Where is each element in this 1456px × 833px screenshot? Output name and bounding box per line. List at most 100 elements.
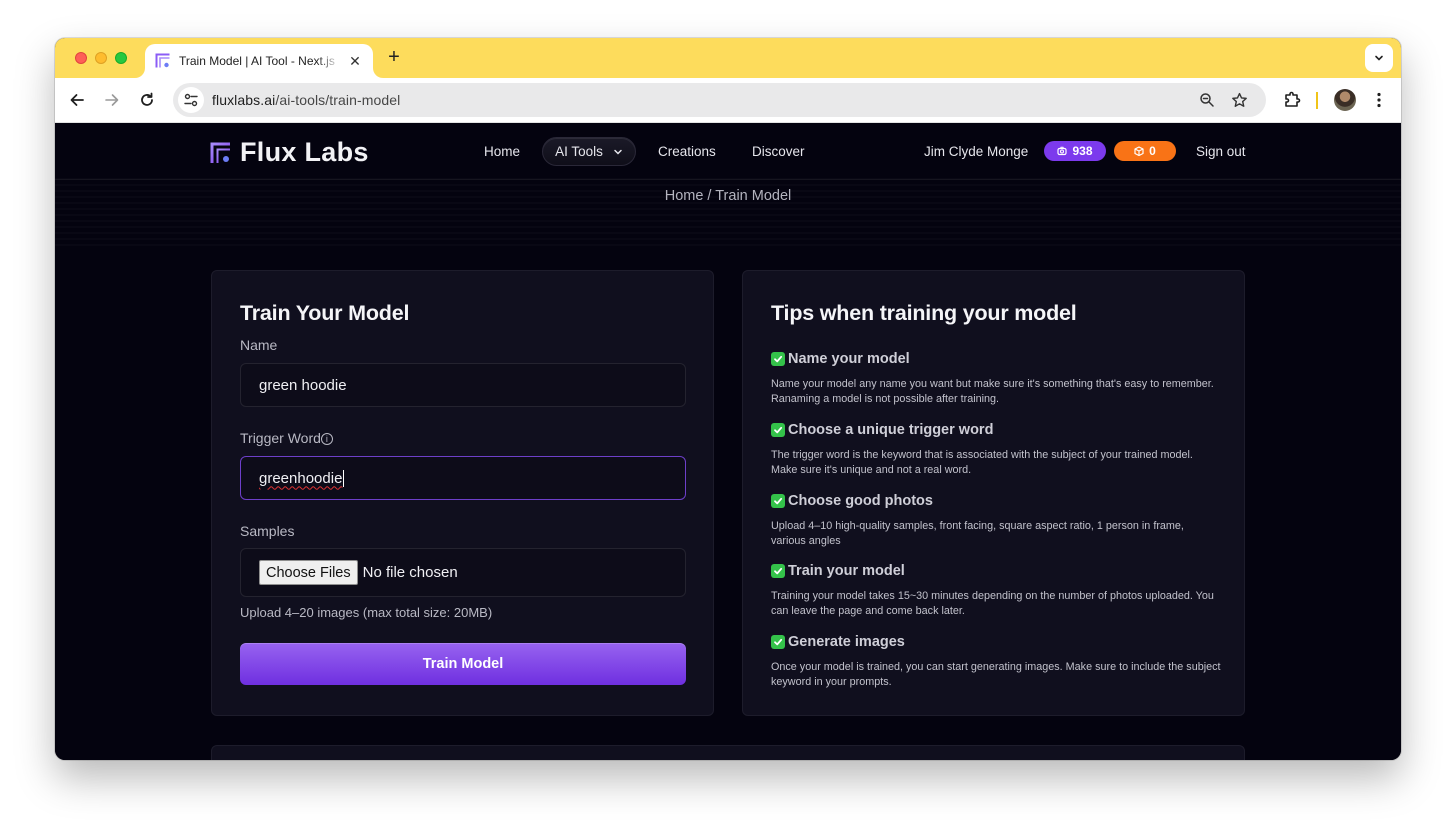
- samples-label: Samples: [240, 523, 295, 539]
- brand-name: Flux Labs: [240, 137, 369, 167]
- arrow-right-icon: [105, 94, 119, 106]
- back-button[interactable]: [65, 88, 89, 112]
- url-text[interactable]: fluxlabs.ai/ai-tools/train-model: [212, 92, 400, 108]
- trigger-word-label-text: Trigger Word: [240, 430, 321, 446]
- check-icon: [771, 423, 785, 437]
- name-input[interactable]: green hoodie: [240, 363, 686, 407]
- tip-item: Choose a unique trigger word The trigger…: [771, 422, 1221, 478]
- browser-tab-active[interactable]: Train Model | AI Tool - Next.js ✕: [145, 44, 373, 78]
- camera-icon: [1057, 146, 1068, 156]
- breadcrumb-separator: /: [703, 188, 716, 204]
- browser-toolbar: fluxlabs.ai/ai-tools/train-model: [55, 78, 1401, 123]
- chevron-down-icon: [1375, 55, 1383, 61]
- tab-search-button[interactable]: [1365, 44, 1393, 72]
- info-icon[interactable]: i: [320, 433, 333, 445]
- tip-item: Generate images Once your model is train…: [771, 634, 1221, 690]
- samples-file-input[interactable]: Choose Files No file chosen: [240, 548, 686, 597]
- nav-home-label: Home: [484, 143, 521, 159]
- nav-ai-tools-label: AI Tools: [555, 144, 603, 159]
- nav-creations-label: Creations: [658, 143, 716, 159]
- tip-heading: Train your model: [788, 563, 905, 579]
- close-window-button[interactable]: [75, 52, 87, 64]
- tune-icon: [184, 93, 198, 107]
- nav-home[interactable]: Home: [484, 137, 520, 165]
- tip-item: Train your model Training your model tak…: [771, 563, 1221, 619]
- arrow-left-icon: [70, 94, 84, 106]
- tip-body: The trigger word is the keyword that is …: [771, 449, 1193, 476]
- site-info-button[interactable]: [178, 87, 204, 113]
- tips-card: Tips when training your model Name your …: [742, 270, 1245, 716]
- models-badge[interactable]: 0: [1114, 141, 1176, 161]
- name-label: Name: [240, 337, 278, 353]
- models-count: 0: [1149, 144, 1156, 158]
- chevron-down-icon: [614, 149, 622, 155]
- kebab-menu-icon: [1377, 92, 1381, 108]
- cube-icon: [1134, 146, 1144, 156]
- breadcrumb-current: Train Model: [715, 188, 792, 204]
- upload-help-text: Upload 4–20 images (max total size: 20MB…: [240, 605, 493, 620]
- tip-heading: Name your model: [788, 351, 910, 367]
- tip-body: Upload 4–10 high-quality samples, front …: [771, 520, 1184, 547]
- avatar[interactable]: [1334, 89, 1356, 111]
- tip-item: Name your model Name your model any name…: [771, 351, 1221, 407]
- nav-creations[interactable]: Creations: [658, 137, 716, 165]
- site-header: Flux Labs Home AI Tools Creations Discov…: [55, 123, 1401, 180]
- check-icon: [771, 635, 785, 649]
- train-model-button[interactable]: Train Model: [240, 643, 686, 685]
- address-bar[interactable]: fluxlabs.ai/ai-tools/train-model: [173, 83, 1266, 117]
- minimize-window-button[interactable]: [95, 52, 107, 64]
- credits-count: 938: [1072, 144, 1093, 158]
- text-caret: [343, 469, 345, 487]
- flux-labs-logo-icon: [210, 142, 232, 164]
- tip-heading: Choose a unique trigger word: [788, 422, 994, 438]
- url-path: /ai-tools/train-model: [275, 92, 401, 108]
- flux-labs-logo-icon: [155, 53, 171, 69]
- trigger-word-input-value: greenhoodie: [259, 469, 343, 487]
- tips-title: Tips when training your model: [771, 301, 1077, 325]
- form-title: Train Your Model: [240, 301, 410, 325]
- nav-ai-tools-dropdown[interactable]: AI Tools: [542, 137, 636, 166]
- tip-item: Choose good photos Upload 4–10 high-qual…: [771, 493, 1221, 549]
- brand-logo[interactable]: Flux Labs: [210, 137, 369, 168]
- nav-discover[interactable]: Discover: [752, 137, 805, 165]
- check-icon: [771, 352, 785, 366]
- zoom-button[interactable]: [1197, 90, 1217, 110]
- close-icon[interactable]: ✕: [347, 53, 363, 70]
- tip-body: Name your model any name you want but ma…: [771, 378, 1214, 405]
- page: Flux Labs Home AI Tools Creations Discov…: [55, 123, 1401, 760]
- choose-files-button[interactable]: Choose Files: [259, 560, 358, 585]
- sign-out-link[interactable]: Sign out: [1196, 144, 1246, 159]
- reload-button[interactable]: [135, 88, 159, 112]
- tab-title: Train Model | AI Tool - Next.js: [179, 54, 335, 68]
- name-input-value: green hoodie: [259, 376, 347, 394]
- plus-icon[interactable]: +: [383, 47, 405, 69]
- url-host: fluxlabs.ai: [212, 92, 276, 108]
- zoom-out-icon: [1200, 93, 1214, 107]
- check-icon: [771, 494, 785, 508]
- tip-body: Training your model takes 15~30 minutes …: [771, 590, 1214, 617]
- breadcrumb: Home / Train Model: [55, 188, 1401, 204]
- star-icon: [1231, 92, 1247, 107]
- browser-window: Train Model | AI Tool - Next.js ✕ + flux…: [55, 38, 1401, 760]
- credits-badge[interactable]: 938: [1044, 141, 1106, 161]
- tip-body: Once your model is trained, you can star…: [771, 661, 1221, 688]
- tip-heading: Generate images: [788, 634, 905, 650]
- forward-button[interactable]: [100, 88, 124, 112]
- check-icon: [771, 564, 785, 578]
- tip-heading: Choose good photos: [788, 493, 933, 509]
- extensions-button[interactable]: [1280, 88, 1304, 112]
- breadcrumb-home[interactable]: Home: [665, 188, 704, 204]
- file-status: No file chosen: [362, 564, 458, 581]
- trigger-word-label: Trigger Word i: [240, 430, 333, 446]
- trigger-word-input[interactable]: greenhoodie: [240, 456, 686, 500]
- user-name: Jim Clyde Monge: [924, 144, 1029, 159]
- models-section-card: [211, 745, 1245, 760]
- nav-discover-label: Discover: [752, 143, 805, 159]
- tab-strip: Train Model | AI Tool - Next.js ✕ +: [55, 38, 1401, 78]
- maximize-window-button[interactable]: [115, 52, 127, 64]
- train-model-form-card: Train Your Model Name green hoodie Trigg…: [211, 270, 714, 716]
- bookmark-button[interactable]: [1229, 90, 1249, 110]
- puzzle-icon: [1285, 91, 1301, 107]
- browser-menu-button[interactable]: [1367, 88, 1391, 112]
- toolbar-divider: [1316, 92, 1318, 109]
